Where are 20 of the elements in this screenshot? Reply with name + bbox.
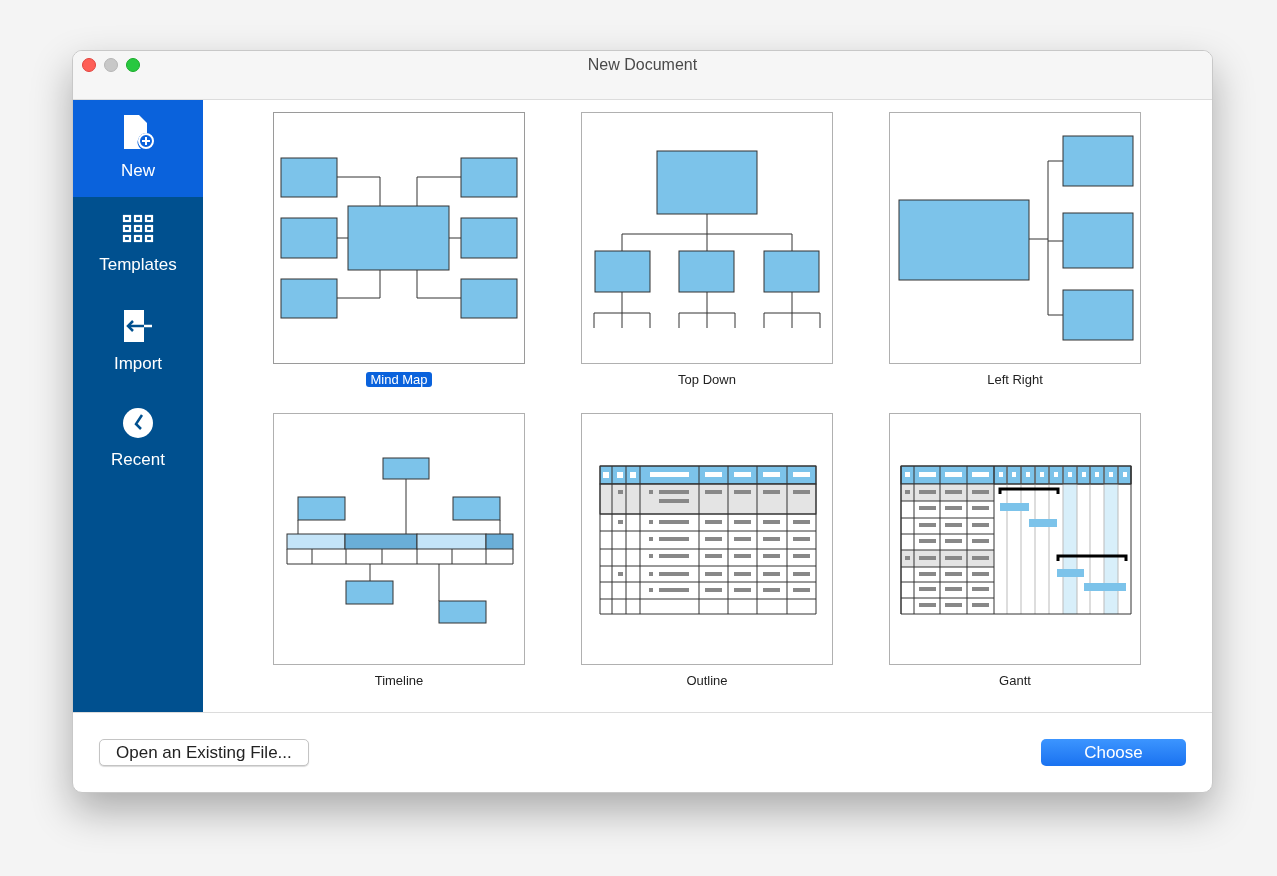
clock-icon [122, 406, 154, 439]
sidebar-item[interactable]: Import [73, 294, 203, 391]
template-label: Top Down [677, 372, 737, 387]
zoom-button[interactable] [126, 58, 140, 72]
sidebar-item[interactable]: Templates [73, 197, 203, 294]
minimize-button[interactable] [104, 58, 118, 72]
template-label: Mind Map [366, 372, 432, 387]
choose-button[interactable]: Choose [1041, 739, 1186, 766]
import-arrow-icon [122, 308, 154, 343]
grid-icon [122, 213, 154, 244]
new-document-icon [122, 113, 154, 150]
template-label: Gantt [998, 673, 1032, 688]
close-button[interactable] [82, 58, 96, 72]
sidebar-item[interactable]: Recent [73, 391, 203, 488]
sidebar-item[interactable]: New [73, 100, 203, 197]
template-label: Outline [685, 673, 729, 688]
template-label: Timeline [373, 673, 425, 688]
template-label: Left Right [986, 372, 1044, 387]
window-title: New Document [587, 55, 698, 75]
open-file-button[interactable]: Open an Existing File... [99, 739, 309, 766]
